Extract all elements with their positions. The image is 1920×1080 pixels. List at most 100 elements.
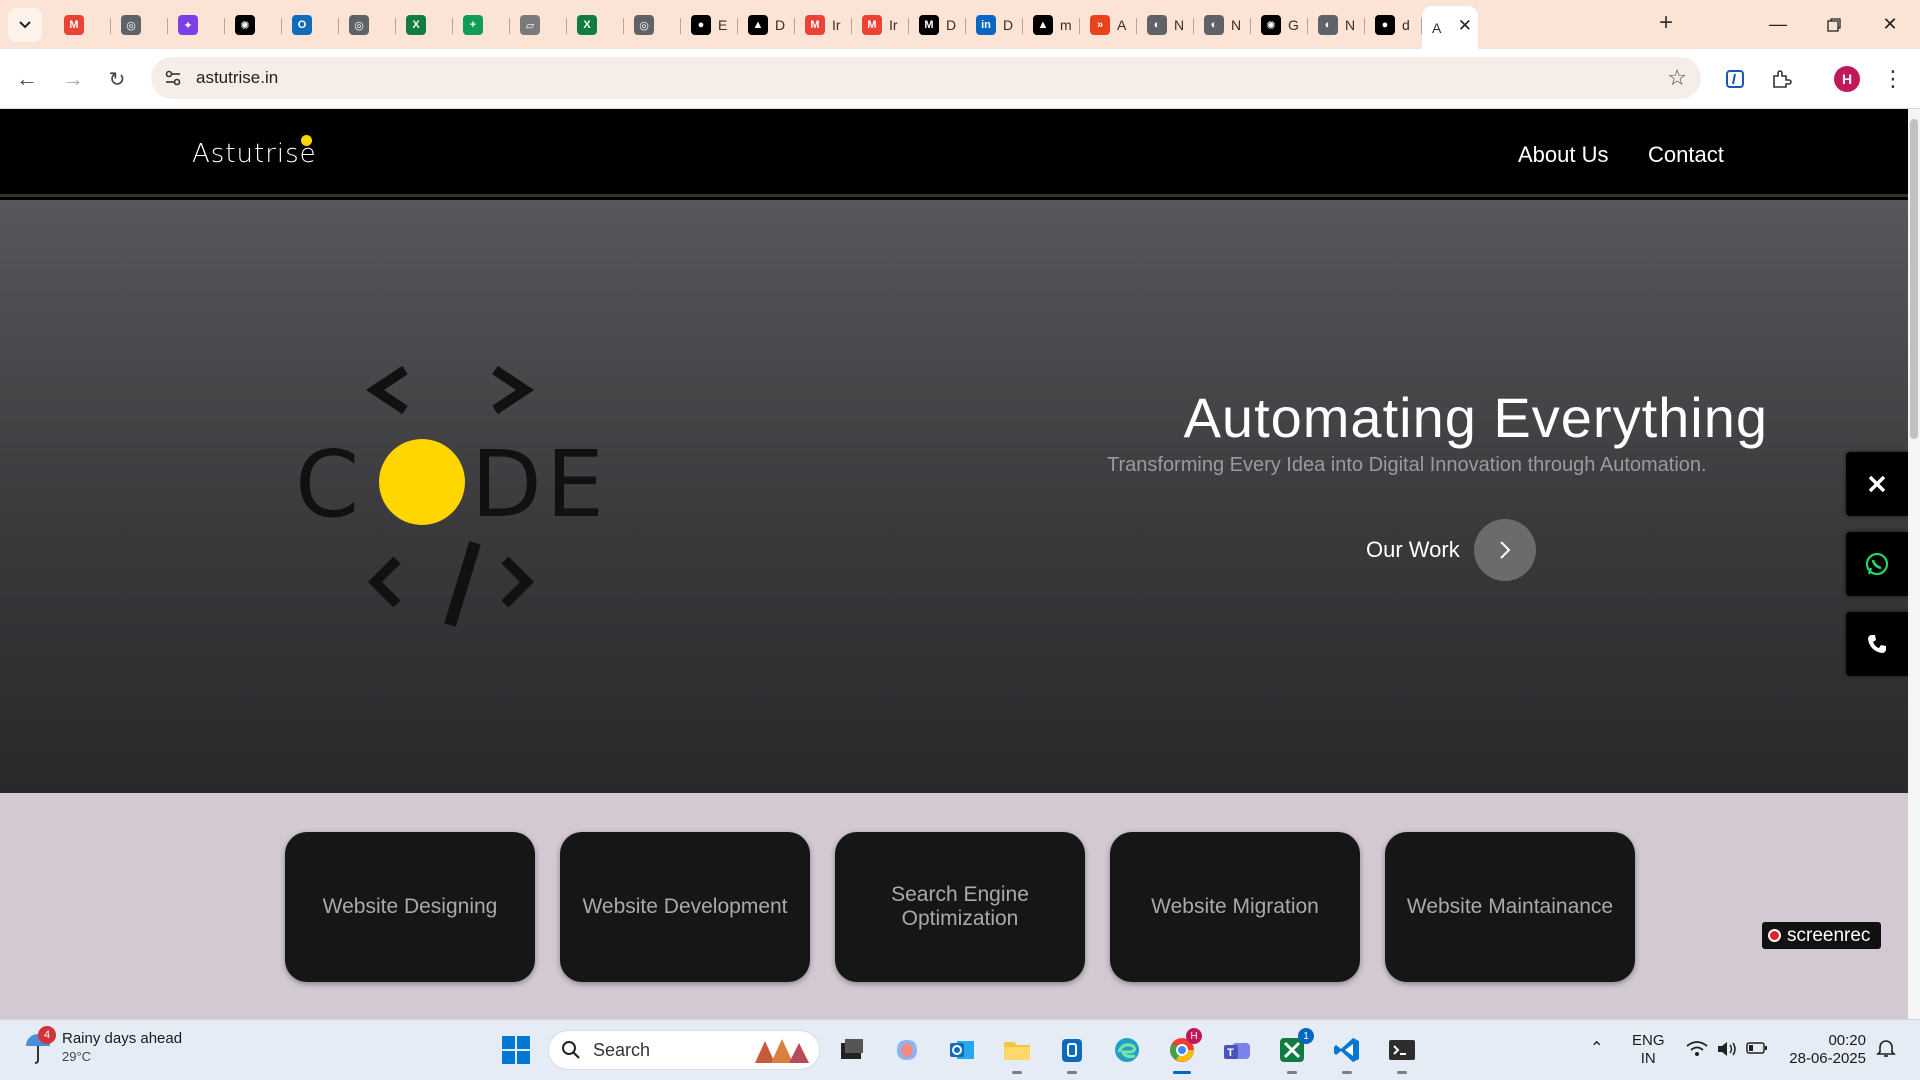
tab-title: d xyxy=(1402,17,1410,33)
whatsapp-icon xyxy=(1865,552,1889,576)
teams-icon[interactable]: T xyxy=(1219,1032,1255,1068)
our-work-button[interactable]: Our Work xyxy=(1366,519,1536,581)
forward-button[interactable]: → xyxy=(58,64,88,94)
browser-tab[interactable]: M Ir xyxy=(795,6,852,44)
reload-button[interactable]: ↻ xyxy=(102,64,132,94)
windows-taskbar: 4 Rainy days ahead 29°C Search H T 1 ⌃ E… xyxy=(0,1019,1920,1080)
nav-contact[interactable]: Contact xyxy=(1648,142,1724,168)
page-scrollbar[interactable] xyxy=(1908,109,1920,1019)
outlook-icon: O xyxy=(292,15,312,35)
browser-tab[interactable]: ✺ G xyxy=(1251,6,1308,44)
hero-title: Automating Everything xyxy=(1183,386,1768,449)
browser-tab[interactable]: ● d xyxy=(1365,6,1422,44)
volume-icon[interactable] xyxy=(1716,1040,1738,1063)
outlook-taskbar-icon[interactable] xyxy=(944,1032,980,1068)
tab-title: N xyxy=(1231,17,1242,33)
browser-tab[interactable]: + xyxy=(453,6,510,44)
minimize-button[interactable]: — xyxy=(1750,0,1806,49)
profile-initial: H xyxy=(1834,66,1860,92)
browser-tab[interactable]: MD xyxy=(909,6,966,44)
maximize-button[interactable] xyxy=(1806,0,1862,49)
edge-icon[interactable] xyxy=(1109,1032,1145,1068)
wifi-icon[interactable] xyxy=(1686,1040,1708,1063)
browser-tab[interactable]: ▱ xyxy=(510,6,567,44)
browser-tab[interactable]: M Ir xyxy=(852,6,909,44)
browser-tab[interactable]: X xyxy=(396,6,453,44)
new-tab-button[interactable]: + xyxy=(1651,8,1681,38)
profile-avatar[interactable]: H xyxy=(1832,64,1862,94)
service-card-migration[interactable]: Website Migration xyxy=(1110,832,1360,982)
gmail-icon: M xyxy=(64,15,84,35)
browser-tab[interactable]: ✦ xyxy=(168,6,225,44)
browser-tab[interactable]: ◐ N xyxy=(1137,6,1194,44)
notifications-bell-icon[interactable] xyxy=(1876,1038,1896,1063)
chrome-profile-badge: H xyxy=(1186,1028,1202,1044)
service-card-seo[interactable]: Search Engine Optimization xyxy=(835,832,1085,982)
vercel-icon: ▲ xyxy=(1033,15,1053,35)
browser-tab[interactable]: O xyxy=(282,6,339,44)
terminal-icon[interactable] xyxy=(1384,1032,1420,1074)
chevron-right-icon[interactable] xyxy=(1473,519,1536,581)
browser-tab[interactable]: ◎ xyxy=(339,6,396,44)
bookmark-star-icon[interactable]: ☆ xyxy=(1667,65,1687,91)
file-explorer-icon[interactable] xyxy=(999,1032,1035,1074)
reading-mode-icon[interactable] xyxy=(1720,64,1750,94)
tab-title: D xyxy=(775,17,786,33)
browser-tab[interactable]: » A xyxy=(1080,6,1137,44)
logo-dot xyxy=(301,135,312,146)
clock[interactable]: 00:20 28-06-2025 xyxy=(1786,1032,1866,1068)
battery-icon[interactable] xyxy=(1746,1041,1768,1060)
show-hidden-icons-chevron-icon[interactable]: ⌃ xyxy=(1590,1040,1603,1058)
browser-tab[interactable]: ◐ N xyxy=(1308,6,1365,44)
site-info-icon[interactable] xyxy=(163,68,183,88)
browser-tab[interactable]: ▲ m xyxy=(1023,6,1080,44)
service-card-development[interactable]: Website Development xyxy=(560,832,810,982)
nav-about-us[interactable]: About Us xyxy=(1518,142,1609,168)
service-card-maintainance[interactable]: Website Maintainance xyxy=(1385,832,1635,982)
close-window-button[interactable]: ✕ xyxy=(1862,0,1918,49)
address-bar[interactable]: astutrise.in ☆ xyxy=(151,57,1701,99)
svg-text:T: T xyxy=(1227,1047,1234,1059)
netlify-icon: ◐ xyxy=(1147,15,1167,35)
menu-kebab-icon[interactable]: ⋮ xyxy=(1878,64,1908,94)
chrome-taskbar-icon[interactable]: H xyxy=(1164,1028,1202,1074)
browser-toolbar: ← → ↻ astutrise.in ☆ H ⋮ xyxy=(0,49,1920,109)
website-viewport: Astutrise About Us Contact C DE Automati… xyxy=(0,109,1908,1019)
browser-tab[interactable]: ◎ xyxy=(624,6,681,44)
whatsapp-button[interactable] xyxy=(1846,532,1908,596)
tab-search-button[interactable] xyxy=(8,8,42,42)
vscode-icon[interactable] xyxy=(1329,1032,1365,1074)
browser-tab[interactable]: ● E xyxy=(681,6,738,44)
browser-tab[interactable]: ✺ xyxy=(225,6,282,44)
copilot-icon[interactable] xyxy=(889,1032,925,1068)
tab-title: A xyxy=(1432,19,1442,36)
task-view-icon[interactable] xyxy=(834,1032,870,1068)
hero-section: C DE Automating Everything Transforming … xyxy=(0,200,1908,793)
search-icon xyxy=(562,1041,580,1059)
browser-tab[interactable]: ◐ N xyxy=(1194,6,1251,44)
taskbar-search[interactable]: Search xyxy=(548,1030,820,1070)
hero-subtitle: Transforming Every Idea into Digital Inn… xyxy=(1107,454,1707,476)
active-indicator xyxy=(1173,1071,1191,1074)
service-card-designing[interactable]: Website Designing xyxy=(285,832,535,982)
weather-widget[interactable]: 4 Rainy days ahead 29°C xyxy=(24,1026,182,1066)
active-browser-tab[interactable]: A ✕ xyxy=(1422,6,1478,49)
site-logo[interactable]: Astutrise xyxy=(192,139,317,169)
browser-tab[interactable]: ▲ D xyxy=(738,6,795,44)
browser-tab[interactable]: X xyxy=(567,6,624,44)
windows-start-icon[interactable] xyxy=(498,1032,534,1068)
language-indicator[interactable]: ENG IN xyxy=(1632,1032,1665,1068)
excel-icon: X xyxy=(406,15,426,35)
browser-tab[interactable]: in D xyxy=(966,6,1023,44)
scrollbar-thumb[interactable] xyxy=(1910,119,1918,439)
close-float-button[interactable] xyxy=(1846,452,1908,516)
extensions-icon[interactable] xyxy=(1766,64,1796,94)
running-indicator xyxy=(1012,1071,1022,1074)
app-bag-icon[interactable] xyxy=(1054,1032,1090,1074)
browser-tab[interactable]: M xyxy=(54,6,111,44)
close-tab-icon[interactable]: ✕ xyxy=(1458,16,1472,36)
back-button[interactable]: ← xyxy=(12,64,42,94)
xbox-excel-icon[interactable]: 1 xyxy=(1274,1028,1314,1074)
phone-button[interactable] xyxy=(1846,612,1908,676)
browser-tab[interactable]: ◎ xyxy=(111,6,168,44)
